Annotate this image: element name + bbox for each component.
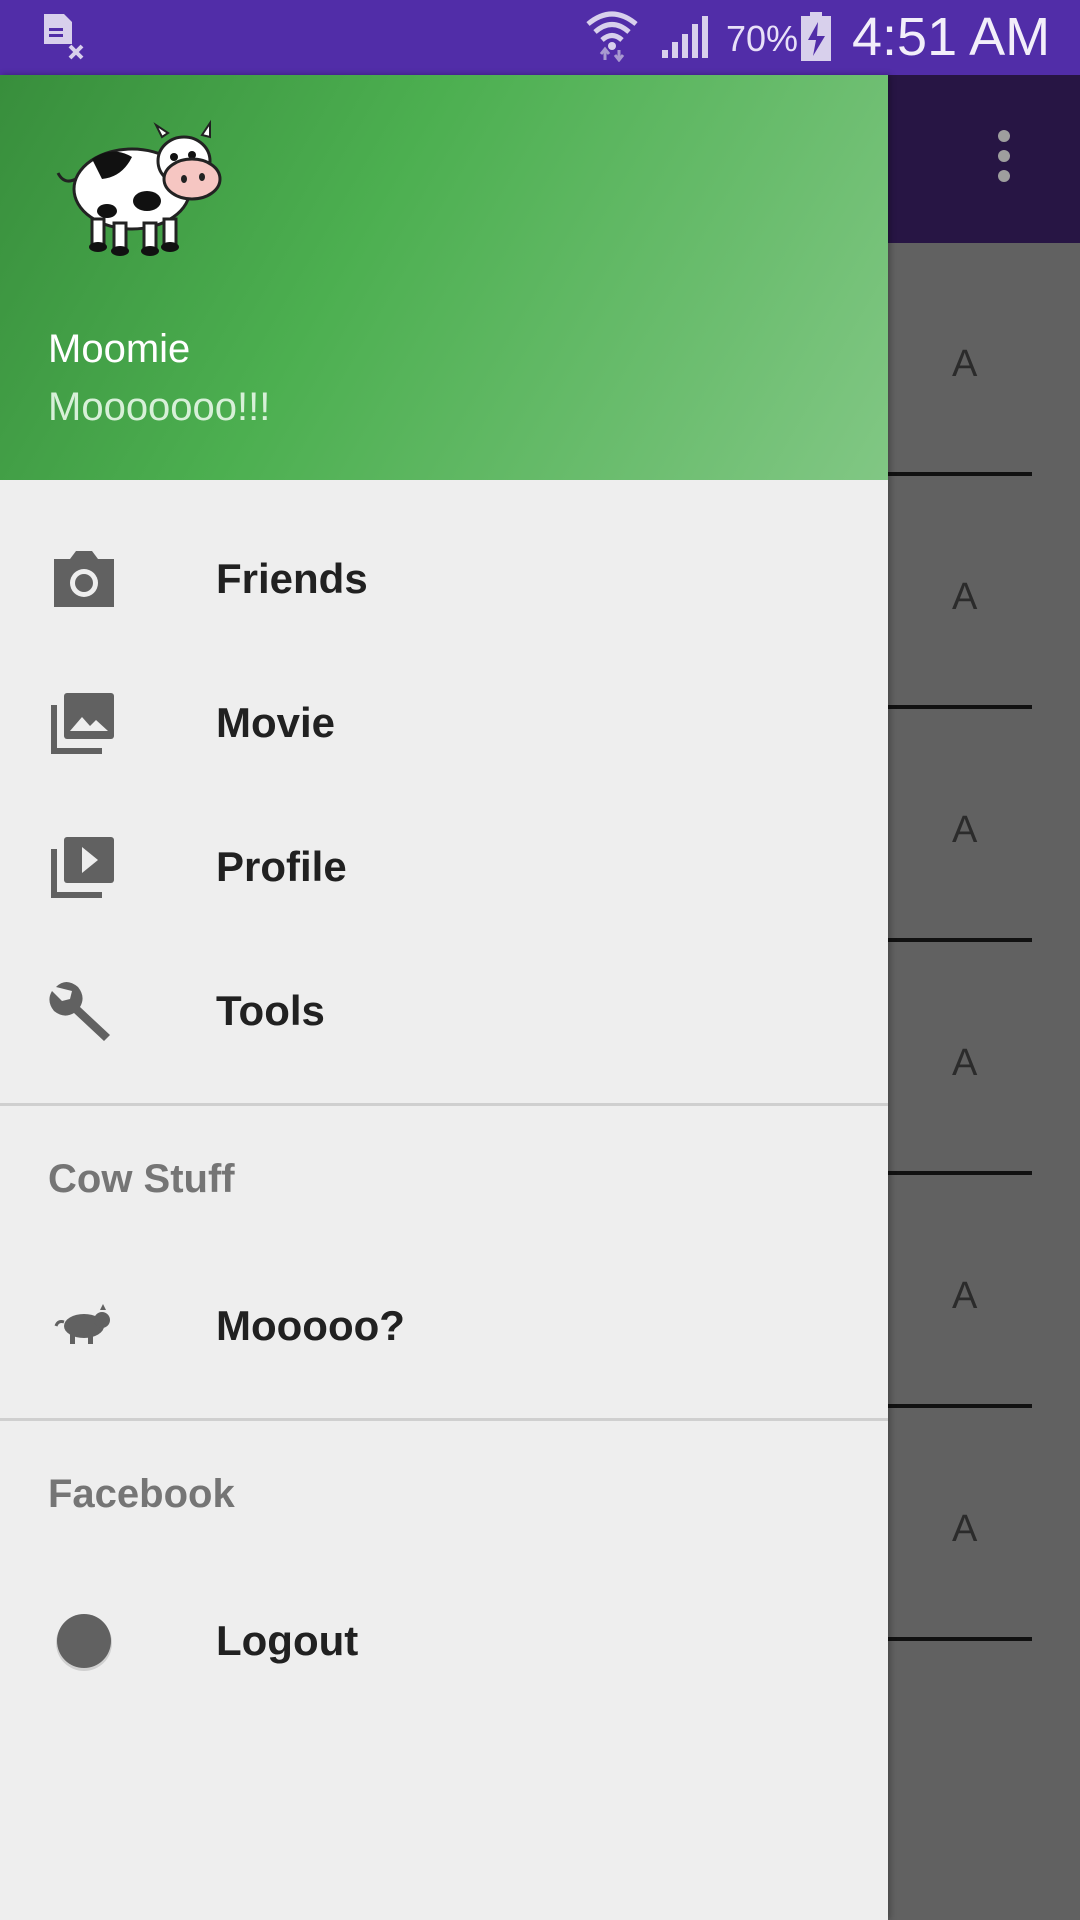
list-item-label: A [952, 576, 978, 618]
section-divider [0, 1103, 888, 1106]
menu-item-profile[interactable]: Profile [0, 793, 888, 937]
clock: 4:51 AM [852, 7, 1051, 67]
section-title: Facebook [48, 1472, 235, 1516]
user-name: Moomie [48, 327, 191, 371]
menu-item-movie[interactable]: Movie [0, 649, 888, 793]
status-bar: 70% 4:51 AM [0, 0, 1080, 75]
menu-item-label: Movie [216, 699, 336, 746]
section-divider [0, 1418, 888, 1421]
drawer-header: Moomie Mooooooo!!! [0, 75, 888, 480]
navigation-drawer: Moomie Mooooooo!!! Friends Movie Profile… [0, 75, 888, 1920]
menu-item-tools[interactable]: Tools [0, 937, 888, 1081]
notification-icon [44, 14, 84, 60]
more-vert-icon[interactable] [996, 130, 1012, 186]
row-divider [888, 1637, 1032, 1641]
list-item-label: A [952, 809, 978, 851]
list-item-label: A [952, 1508, 978, 1550]
list-item-label: A [952, 343, 978, 385]
battery-charging-icon [801, 12, 831, 61]
list-item[interactable]: A [888, 942, 1080, 1175]
menu-item-label: Friends [216, 555, 368, 602]
menu-item-label: Tools [216, 987, 325, 1034]
menu-item-friends[interactable]: Friends [0, 505, 888, 649]
user-status: Mooooooo!!! [48, 385, 271, 429]
battery-percent: 70% [726, 18, 799, 59]
wifi-icon [586, 11, 638, 62]
menu-item-label: Logout [216, 1617, 359, 1664]
wrench-icon [49, 982, 110, 1041]
menu-item-label: Profile [216, 843, 347, 890]
list-item[interactable]: A [888, 243, 1080, 476]
video-library-icon [51, 837, 114, 898]
list-item[interactable]: A [888, 709, 1080, 942]
list-item[interactable]: A [888, 1408, 1080, 1641]
gallery-icon [51, 693, 114, 754]
menu-item-logout[interactable]: Logout [0, 1567, 888, 1711]
signal-icon [662, 16, 708, 58]
list-item-label: A [952, 1042, 978, 1084]
list-item-label: A [952, 1275, 978, 1317]
list-item[interactable]: A [888, 476, 1080, 709]
app-toolbar [888, 75, 1080, 243]
cow-icon[interactable] [52, 119, 232, 259]
background-list: A A A A A A [888, 243, 1080, 1641]
section-title: Cow Stuff [48, 1157, 235, 1201]
camera-icon [54, 551, 114, 607]
list-item[interactable]: A [888, 1175, 1080, 1408]
cow-silhouette-icon [54, 1304, 110, 1344]
menu-item-label: Mooooo? [216, 1302, 405, 1349]
circle-icon [56, 1614, 112, 1671]
menu-item-mooooo[interactable]: Mooooo? [0, 1252, 888, 1396]
